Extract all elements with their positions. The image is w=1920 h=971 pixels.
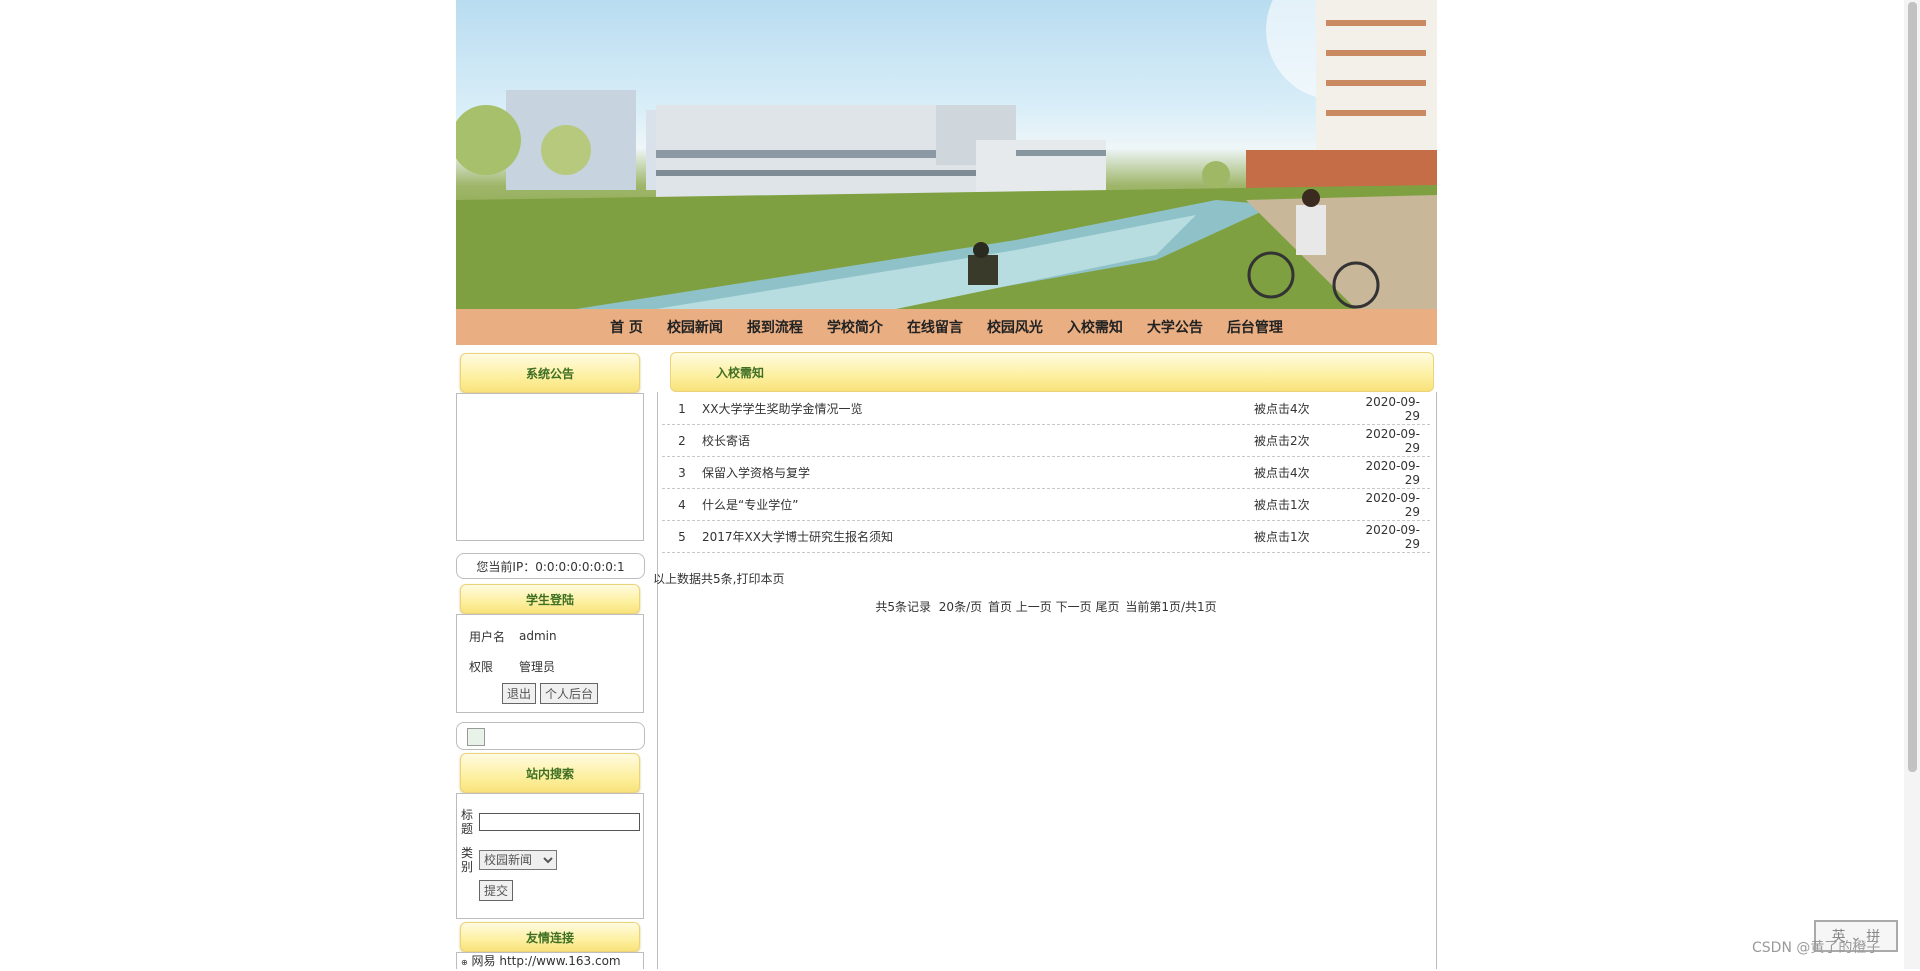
- user-row: 用户名 admin: [457, 621, 643, 651]
- row-clicks: 被点击1次: [1254, 530, 1310, 544]
- section-title: 入校需知: [670, 352, 1434, 392]
- row-title-link[interactable]: XX大学学生奖助学金情况一览: [702, 400, 1254, 417]
- logout-button[interactable]: 退出: [501, 683, 536, 704]
- login-actions: 退出 个人后台: [457, 683, 643, 704]
- links-title: 友情连接: [460, 922, 640, 952]
- links-panel: ⊕ 网易 http://www.163.com: [456, 952, 644, 969]
- image-box: [456, 722, 645, 750]
- row-clicks: 被点击2次: [1254, 434, 1310, 448]
- search-type-row: 类别 校园新闻: [457, 846, 643, 874]
- row-clicks: 被点击4次: [1254, 466, 1310, 480]
- nav-enrollment-notes[interactable]: 入校需知: [1055, 317, 1135, 337]
- row-index: 4: [678, 497, 686, 512]
- nav-online-message[interactable]: 在线留言: [895, 317, 975, 337]
- row-title-link[interactable]: 2017年XX大学博士研究生报名须知: [702, 528, 1254, 545]
- pager-status: 当前第1页/共1页: [1125, 600, 1217, 614]
- table-row[interactable]: 4 什么是“专业学位” 被点击1次 2020-09-29: [662, 489, 1430, 521]
- table-row[interactable]: 1 XX大学学生奖助学金情况一览 被点击4次 2020-09-29: [662, 393, 1430, 425]
- nav-registration-process[interactable]: 报到流程: [735, 317, 815, 337]
- row-date: 2020-09-29: [1365, 426, 1420, 455]
- row-index: 1: [678, 401, 686, 416]
- user-label: 用户名: [469, 629, 506, 644]
- search-submit-button[interactable]: 提交: [479, 880, 514, 901]
- table-row[interactable]: 2 校长寄语 被点击2次 2020-09-29: [662, 425, 1430, 457]
- nav-admin[interactable]: 后台管理: [1215, 317, 1295, 337]
- personal-backend-button[interactable]: 个人后台: [540, 683, 599, 704]
- notice-panel: [456, 393, 644, 541]
- nav-home[interactable]: 首 页: [598, 317, 655, 337]
- broken-image-icon: [467, 728, 485, 746]
- user-value: admin: [519, 629, 557, 643]
- nav-university-notice[interactable]: 大学公告: [1135, 317, 1215, 337]
- nav-campus-news[interactable]: 校园新闻: [655, 317, 735, 337]
- row-clicks: 被点击1次: [1254, 498, 1310, 512]
- pager-last-link[interactable]: 尾页: [1095, 600, 1119, 614]
- login-panel: 用户名 admin 权限 管理员 退出 个人后台: [456, 614, 644, 713]
- row-date: 2020-09-29: [1365, 522, 1420, 551]
- table-row[interactable]: 3 保留入学资格与复学 被点击4次 2020-09-29: [662, 457, 1430, 489]
- role-row: 权限 管理员: [457, 651, 643, 681]
- campus-banner: [456, 0, 1437, 309]
- search-title-row: 标题: [457, 808, 643, 836]
- login-title: 学生登陆: [460, 584, 640, 614]
- search-panel: 标题 类别 校园新闻 提交: [456, 793, 644, 919]
- page-wrapper: 首 页 校园新闻 报到流程 学校简介 在线留言 校园风光 入校需知 大学公告 后…: [456, 0, 1437, 969]
- row-index: 5: [678, 529, 686, 544]
- nav-campus-scenery[interactable]: 校园风光: [975, 317, 1055, 337]
- scrollbar-thumb[interactable]: [1908, 2, 1917, 772]
- table-row[interactable]: 5 2017年XX大学博士研究生报名须知 被点击1次 2020-09-29: [662, 521, 1430, 553]
- search-actions: 提交: [457, 880, 643, 901]
- row-date: 2020-09-29: [1365, 458, 1420, 487]
- nav-school-intro[interactable]: 学校简介: [815, 317, 895, 337]
- pager-prev-link[interactable]: 上一页: [1016, 600, 1052, 614]
- pagination: 共5条记录 20条/页 首页 上一页 下一页 尾页 当前第1页/共1页: [656, 598, 1436, 615]
- row-date: 2020-09-29: [1365, 490, 1420, 519]
- banner-illustration: [456, 0, 1437, 309]
- page-scrollbar[interactable]: [1904, 0, 1920, 969]
- search-type-label: 类别: [461, 846, 474, 874]
- row-clicks: 被点击4次: [1254, 402, 1310, 416]
- row-title-link[interactable]: 校长寄语: [702, 432, 1254, 449]
- bullet-icon: ⊕: [461, 958, 468, 967]
- search-title-input[interactable]: [479, 813, 640, 831]
- pager-total: 共5条记录: [875, 600, 931, 614]
- main-nav: 首 页 校园新闻 报到流程 学校简介 在线留言 校园风光 入校需知 大学公告 后…: [456, 309, 1437, 345]
- search-type-select[interactable]: 校园新闻: [479, 850, 557, 870]
- row-index: 3: [678, 465, 686, 480]
- role-value: 管理员: [519, 659, 556, 674]
- row-title-link[interactable]: 什么是“专业学位”: [702, 496, 1254, 513]
- article-list: 1 XX大学学生奖助学金情况一览 被点击4次 2020-09-29 2 校长寄语…: [662, 393, 1430, 553]
- data-summary[interactable]: 以上数据共5条,打印本页: [653, 570, 784, 587]
- pager-per-page: 20条/页: [938, 600, 983, 614]
- pager-first-link[interactable]: 首页: [988, 600, 1012, 614]
- row-title-link[interactable]: 保留入学资格与复学: [702, 464, 1254, 481]
- pager-next-link[interactable]: 下一页: [1056, 600, 1092, 614]
- notice-title: 系统公告: [460, 353, 640, 393]
- search-title: 站内搜索: [460, 753, 640, 793]
- row-date: 2020-09-29: [1365, 394, 1420, 423]
- row-index: 2: [678, 433, 686, 448]
- watermark: CSDN @黄了的橙子: [1752, 940, 1881, 956]
- ip-display: 您当前IP：0:0:0:0:0:0:0:1: [456, 553, 645, 579]
- link-163[interactable]: 网易 http://www.163.com: [472, 954, 621, 968]
- search-title-label: 标题: [461, 808, 474, 836]
- role-label: 权限: [469, 659, 494, 674]
